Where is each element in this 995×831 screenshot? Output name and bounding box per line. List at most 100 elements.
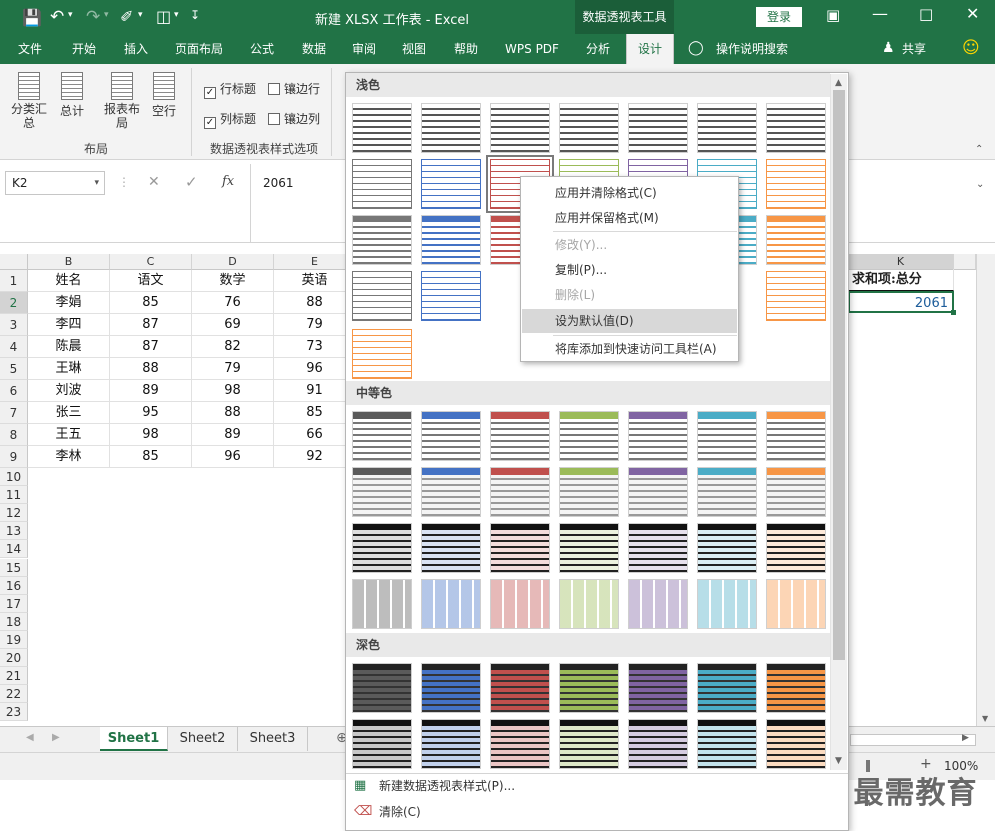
chevron-down-icon[interactable]: ▾ xyxy=(104,10,109,20)
tab-wps-pdf[interactable]: WPS PDF xyxy=(496,34,568,64)
data-cell[interactable]: 85 xyxy=(274,402,356,424)
banded-columns-checkbox[interactable]: 镶边列 xyxy=(268,110,320,127)
scroll-right-icon[interactable]: ▶ xyxy=(962,733,969,743)
select-all[interactable] xyxy=(0,254,28,270)
scroll-down-icon[interactable]: ▼ xyxy=(835,756,842,766)
pivot-style-thumbnail[interactable] xyxy=(766,103,826,153)
row-header[interactable]: 7 xyxy=(0,402,28,424)
clear-style-menu-item[interactable]: ⌫ 清除(C) xyxy=(346,799,830,825)
pivot-style-thumbnail[interactable] xyxy=(559,103,619,153)
data-cell[interactable]: 95 xyxy=(110,402,192,424)
sheet-tab-sheet2[interactable]: Sheet2 xyxy=(168,727,238,751)
data-cell[interactable]: 87 xyxy=(110,336,192,358)
pivot-style-thumbnail[interactable] xyxy=(352,159,412,209)
data-cell[interactable]: 66 xyxy=(274,424,356,446)
header-cell[interactable]: 英语 xyxy=(274,270,356,292)
pivot-style-thumbnail[interactable] xyxy=(559,719,619,769)
pivot-style-thumbnail[interactable] xyxy=(352,411,412,461)
column-header[interactable]: B xyxy=(28,254,110,270)
menu-add-to-quick-access[interactable]: 将库添加到快速访问工具栏(A) xyxy=(522,337,737,361)
pivot-style-thumbnail[interactable] xyxy=(766,719,826,769)
pivot-style-thumbnail[interactable] xyxy=(628,579,688,629)
pivot-style-thumbnail[interactable] xyxy=(421,215,481,265)
enter-icon[interactable]: ✓ xyxy=(185,173,198,191)
data-cell[interactable]: 85 xyxy=(110,292,192,314)
data-cell[interactable]: 79 xyxy=(274,314,356,336)
data-cell[interactable]: 陈晨 xyxy=(28,336,110,358)
pivot-style-thumbnail[interactable] xyxy=(421,523,481,573)
report-layout-button[interactable]: 报表布 局 xyxy=(100,72,144,130)
pivot-style-thumbnail[interactable] xyxy=(352,467,412,517)
header-cell[interactable]: 语文 xyxy=(110,270,192,292)
row-header[interactable]: 23 xyxy=(0,703,28,722)
redo-icon[interactable]: ↷ xyxy=(86,7,100,27)
tab-analyze[interactable]: 分析 xyxy=(576,34,620,64)
tab-insert[interactable]: 插入 xyxy=(110,34,162,64)
expand-formula-icon[interactable]: ⌄ xyxy=(976,179,984,190)
data-cell[interactable]: 85 xyxy=(110,446,192,468)
vertical-scrollbar[interactable]: ▼ xyxy=(976,254,995,726)
row-header[interactable]: 21 xyxy=(0,667,28,686)
close-icon[interactable]: ✕ xyxy=(966,4,979,23)
data-cell[interactable]: 88 xyxy=(274,292,356,314)
column-headers-checkbox[interactable]: ✓ 列标题 xyxy=(204,110,256,129)
data-cell[interactable]: 79 xyxy=(192,358,274,380)
pivot-style-thumbnail[interactable] xyxy=(352,523,412,573)
data-cell[interactable]: 96 xyxy=(192,446,274,468)
pivot-style-thumbnail[interactable] xyxy=(352,579,412,629)
column-header-k[interactable]: K xyxy=(848,254,954,270)
row-header[interactable]: 11 xyxy=(0,486,28,505)
data-cell[interactable]: 69 xyxy=(192,314,274,336)
horizontal-scrollbar[interactable] xyxy=(850,734,976,746)
pivot-style-thumbnail[interactable] xyxy=(352,329,412,379)
row-header[interactable]: 15 xyxy=(0,558,28,577)
pivot-style-thumbnail[interactable] xyxy=(766,159,826,209)
pivot-style-thumbnail[interactable] xyxy=(766,215,826,265)
tab-help[interactable]: 帮助 xyxy=(440,34,492,64)
data-cell[interactable]: 李林 xyxy=(28,446,110,468)
chevron-down-icon[interactable]: ▾ xyxy=(94,172,99,194)
pivot-style-thumbnail[interactable] xyxy=(490,579,550,629)
data-cell[interactable]: 73 xyxy=(274,336,356,358)
header-cell[interactable]: 数学 xyxy=(192,270,274,292)
pivot-style-thumbnail[interactable] xyxy=(559,523,619,573)
pivot-style-thumbnail[interactable] xyxy=(766,663,826,713)
row-header[interactable]: 2 xyxy=(0,292,28,314)
data-cell[interactable]: 91 xyxy=(274,380,356,402)
pivot-style-thumbnail[interactable] xyxy=(421,579,481,629)
collapse-ribbon-icon[interactable]: ⌃ xyxy=(975,144,983,155)
pivot-header-cell[interactable]: 求和项:总分 xyxy=(848,269,954,291)
header-cell[interactable]: 姓名 xyxy=(28,270,110,292)
pivot-style-thumbnail[interactable] xyxy=(697,467,757,517)
column-header[interactable]: E xyxy=(274,254,356,270)
fill-handle[interactable] xyxy=(951,310,956,315)
name-box[interactable]: K2 ▾ xyxy=(5,171,105,195)
pivot-style-thumbnail[interactable] xyxy=(628,719,688,769)
pivot-style-thumbnail[interactable] xyxy=(421,411,481,461)
pivot-style-thumbnail[interactable] xyxy=(352,719,412,769)
pivot-style-thumbnail[interactable] xyxy=(559,663,619,713)
row-headers-checkbox[interactable]: ✓ 行标题 xyxy=(204,80,256,99)
minimize-icon[interactable]: — xyxy=(872,4,888,23)
tab-home[interactable]: 开始 xyxy=(58,34,110,64)
row-header[interactable]: 16 xyxy=(0,576,28,595)
gallery-scrollbar[interactable]: ▲ ▼ xyxy=(830,74,847,770)
ribbon-display-icon[interactable]: ▣ xyxy=(826,6,840,24)
banded-rows-checkbox[interactable]: 镶边行 xyxy=(268,80,320,97)
menu-apply-clear-format[interactable]: 应用并清除格式(C) xyxy=(522,181,737,205)
pivot-style-thumbnail[interactable] xyxy=(628,663,688,713)
pivot-style-thumbnail[interactable] xyxy=(766,411,826,461)
data-cell[interactable]: 89 xyxy=(192,424,274,446)
data-cell[interactable]: 98 xyxy=(110,424,192,446)
data-cell[interactable]: 张三 xyxy=(28,402,110,424)
data-cell[interactable]: 82 xyxy=(192,336,274,358)
pivot-style-thumbnail[interactable] xyxy=(490,467,550,517)
row-header[interactable]: 8 xyxy=(0,424,28,446)
scroll-up-icon[interactable]: ▲ xyxy=(835,78,842,88)
pivot-style-thumbnail[interactable] xyxy=(421,103,481,153)
blank-rows-button[interactable]: 空行 xyxy=(146,72,182,119)
data-cell[interactable]: 96 xyxy=(274,358,356,380)
chevron-down-icon[interactable]: ▾ xyxy=(174,10,179,20)
row-header[interactable]: 1 xyxy=(0,270,28,292)
pivot-style-thumbnail[interactable] xyxy=(628,103,688,153)
